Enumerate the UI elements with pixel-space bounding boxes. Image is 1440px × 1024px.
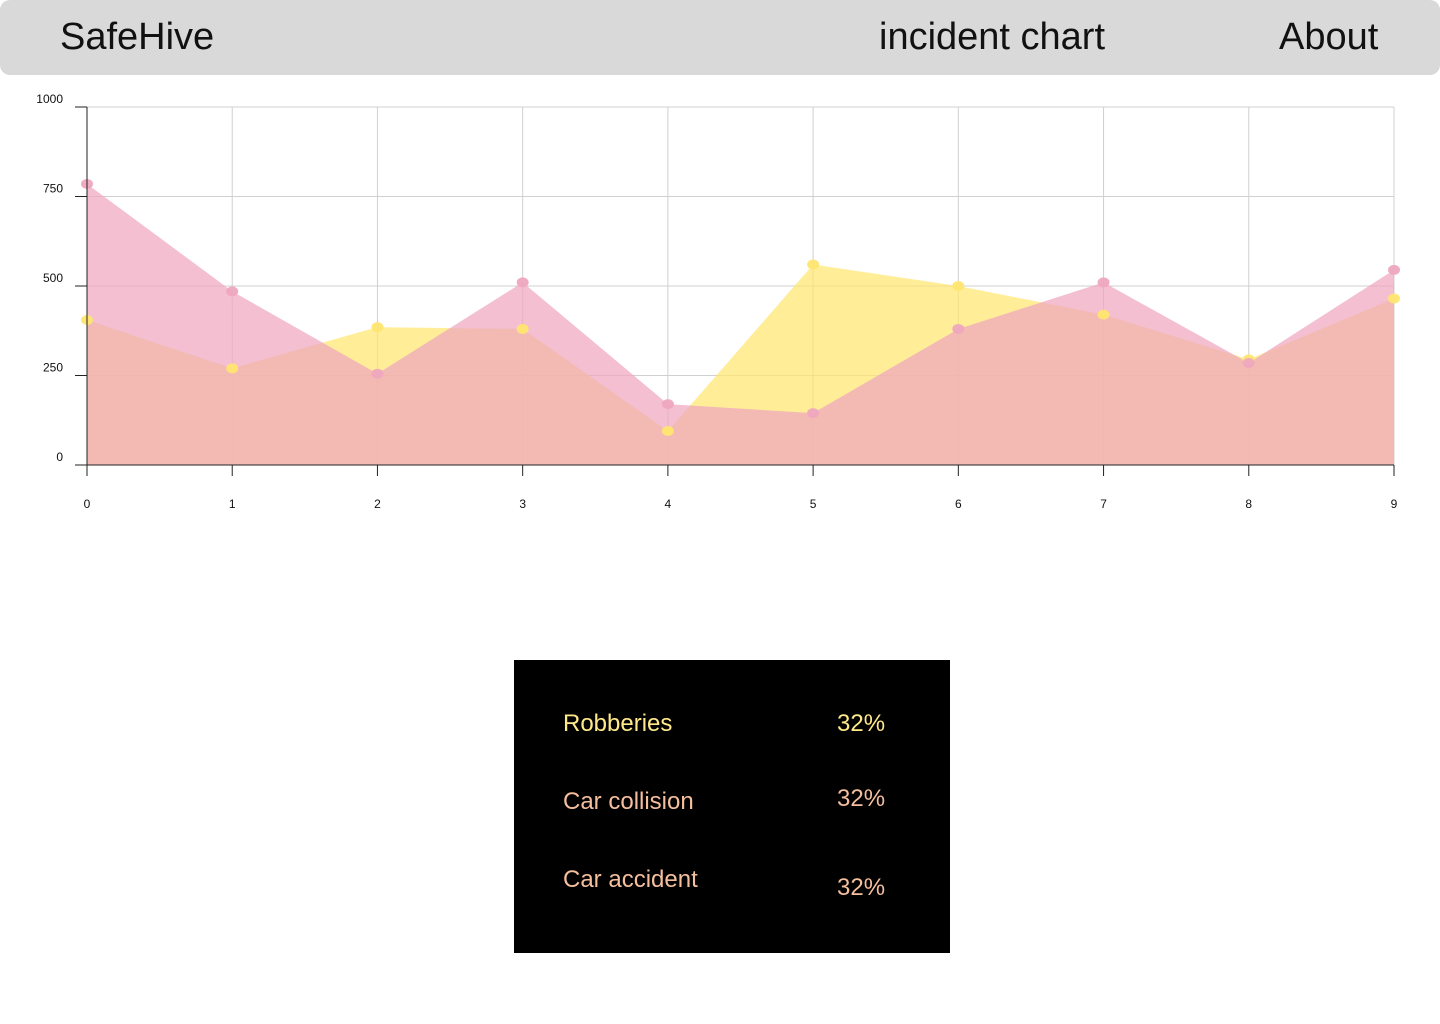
data-point-series-1 bbox=[1242, 357, 1255, 368]
legend-label: Car accident bbox=[563, 866, 698, 893]
data-point-series-0 bbox=[661, 425, 674, 436]
data-point-series-0 bbox=[952, 281, 965, 291]
x-tick-label: 2 bbox=[374, 497, 381, 511]
legend-label: Car collision bbox=[563, 788, 694, 815]
legend-label: Robberies bbox=[563, 710, 673, 737]
data-point-series-1 bbox=[807, 408, 820, 419]
x-tick-label: 7 bbox=[1100, 497, 1107, 511]
legend-row-car-collision: Car collision 32% bbox=[514, 785, 950, 826]
data-point-series-0 bbox=[516, 323, 529, 334]
data-point-series-0 bbox=[1388, 293, 1400, 304]
x-tick-label: 0 bbox=[84, 497, 91, 511]
y-tick-label: 750 bbox=[43, 182, 63, 196]
x-tick-label: 3 bbox=[519, 497, 526, 511]
data-point-series-1 bbox=[371, 368, 384, 379]
incident-area-chart: 0 250 500 750 1000 0 1 2 3 4 5 6 7 8 9 bbox=[0, 80, 1440, 530]
data-point-series-1 bbox=[1388, 264, 1400, 275]
data-point-series-0 bbox=[807, 259, 820, 270]
data-point-series-1 bbox=[516, 277, 529, 288]
y-tick-label: 1000 bbox=[36, 92, 63, 106]
area-series-1 bbox=[87, 183, 1394, 465]
legend-value: 32% bbox=[837, 874, 886, 901]
y-tick-label: 500 bbox=[43, 271, 63, 285]
x-tick-label: 5 bbox=[810, 497, 817, 511]
legend-row-car-accident: Car accident 32% bbox=[514, 864, 950, 904]
nav-link-incident-chart[interactable]: incident chart bbox=[879, 14, 1105, 60]
data-point-series-0 bbox=[1097, 309, 1110, 320]
y-tick-label: 250 bbox=[43, 361, 63, 375]
data-point-series-0 bbox=[371, 322, 384, 333]
data-point-series-1 bbox=[226, 286, 239, 297]
x-tick-label: 8 bbox=[1245, 497, 1252, 511]
data-point-series-1 bbox=[1097, 277, 1110, 288]
legend-value: 32% bbox=[837, 710, 886, 737]
data-point-series-1 bbox=[661, 399, 674, 410]
data-point-series-0 bbox=[226, 363, 239, 374]
x-tick-label: 9 bbox=[1391, 497, 1398, 511]
data-point-series-1 bbox=[952, 323, 965, 334]
legend-value: 32% bbox=[837, 785, 886, 812]
x-tick-label: 1 bbox=[229, 497, 236, 511]
x-tick-label: 6 bbox=[955, 497, 962, 511]
x-tick-label: 4 bbox=[665, 497, 672, 511]
legend-row-robberies: Robberies 32% bbox=[514, 708, 950, 748]
top-navbar: SafeHive incident chart About bbox=[0, 0, 1440, 75]
page: SafeHive incident chart About 0 250 500 750… bbox=[0, 0, 1440, 1024]
nav-link-about[interactable]: About bbox=[1279, 14, 1378, 60]
brand-logo-text: SafeHive bbox=[60, 16, 215, 58]
chart-svg: 0 250 500 750 1000 0 1 2 3 4 5 6 7 8 9 bbox=[36, 92, 1400, 511]
incident-legend-panel: Robberies 32% Car collision 32% Car acci… bbox=[514, 660, 950, 953]
y-tick-label: 0 bbox=[56, 450, 63, 464]
